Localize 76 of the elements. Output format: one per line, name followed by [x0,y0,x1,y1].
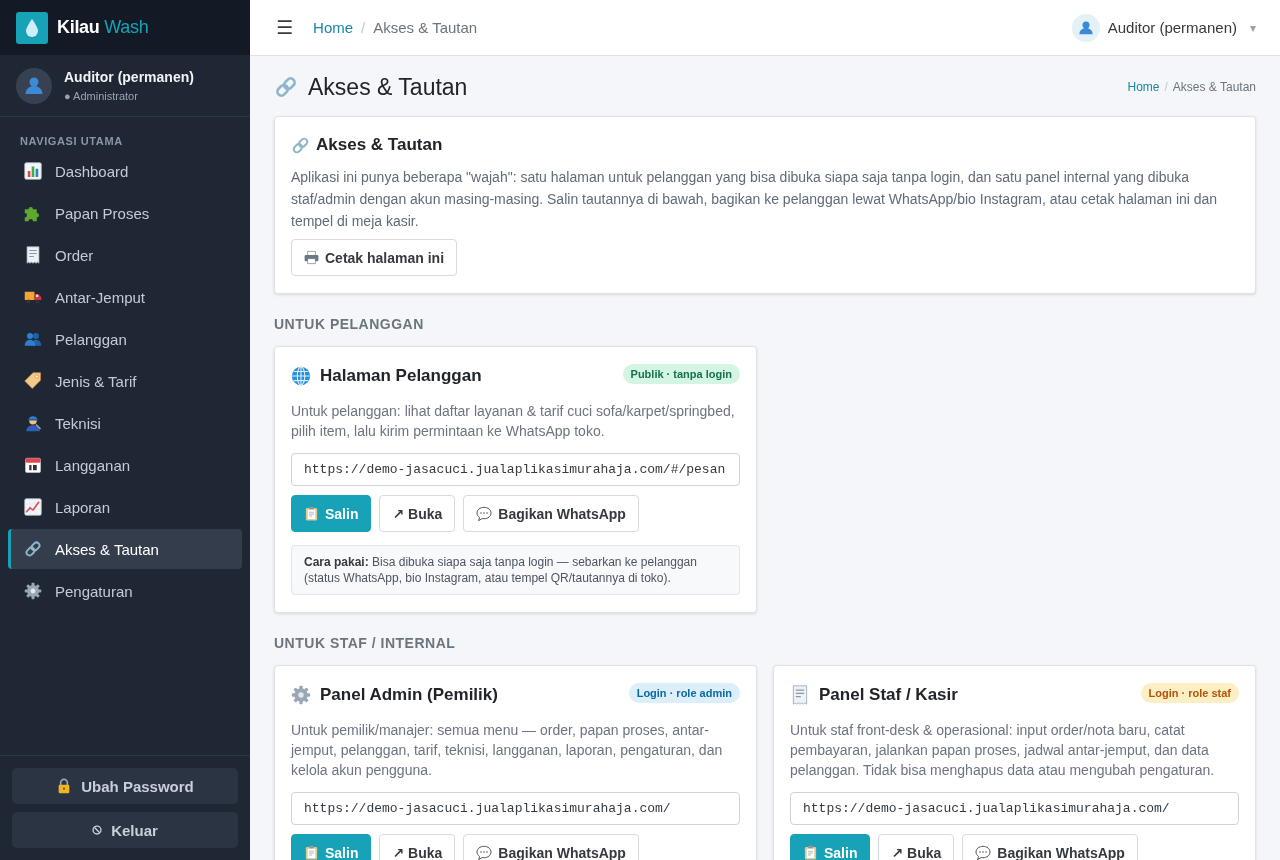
logout-button[interactable]: Keluar [12,812,238,848]
page-title: Akses & Tautan [308,73,468,101]
print-button[interactable]: Cetak halaman ini [291,239,458,276]
sidebar-item[interactable]: Teknisi [8,403,242,443]
sidebar-item[interactable]: Langganan [8,445,242,485]
link-icon [274,75,298,99]
card-title: Akses & Tautan [316,134,443,156]
sidebar-item[interactable]: Dashboard [8,151,242,191]
bar-chart-icon [24,162,42,180]
access-badge: Publik · tanpa login [622,364,740,384]
access-badge: Login · role admin [628,683,740,703]
brand-name: Kilau Wash [57,17,149,38]
share-button[interactable]: Bagikan WhatsApp [463,834,639,860]
sidebar-item[interactable]: Pelanggan [8,319,242,359]
change-password-button[interactable]: Ubah Password [12,768,238,804]
breadcrumb-current: Akses & Tautan [1172,80,1256,94]
link-icon [291,135,310,155]
worker-icon [24,414,42,432]
url-field[interactable]: https://demo-jasacuci.jualaplikasimurahaja.com/#/pesan [291,453,740,486]
prohibited-icon [92,825,103,835]
speech-bubble-icon [476,505,493,522]
card-description: Untuk pelanggan: lihat daftar layanan & tarif cuci sofa/karpet/springbed, pilih item, lalu kirim permintaan ke WhatsApp toko. [291,402,736,441]
breadcrumb-separator: / [1164,80,1168,94]
breadcrumb-link[interactable]: Home [313,19,354,36]
user-name: Auditor (permanen) [64,68,194,86]
sidebar-item[interactable]: Akses & Tautan [8,529,242,569]
breadcrumb-link[interactable]: Home [1127,80,1160,94]
link-icon [24,540,42,558]
globe-icon [291,366,311,386]
clipboard-icon [304,506,319,521]
sidebar-item[interactable]: Antar-Jemput [8,277,242,317]
usage-note: Cara pakai: Bisa dibuka siapa saja tanpa login — sebarkan ke pelanggan (status WhatsApp, bio Instagram, atau tempel QR/tautannya di toko). [291,545,740,595]
intro-text: Aplikasi ini punya beberapa "wajah": satu halaman untuk pelanggan yang bisa dibuka siapa saja tanpa login, dan satu panel internal yang dibuka staf/admin dengan akun masing-masing. Salin tautannya di bawah, bagikan ke pelanggan lewat WhatsApp/bio Instagram, atau cetak halaman ini dan tempel di meja kasir. [291,168,1219,231]
gear-icon [291,685,311,705]
line-chart-icon [24,498,42,516]
speech-bubble-icon [476,844,493,860]
access-badge: Login · role staf [1140,683,1239,703]
menu-button[interactable]: ☰ [276,18,294,37]
sidebar-item[interactable]: Laporan [8,487,242,527]
water-drop-icon [16,11,48,44]
card-title: Panel Staf / Kasir [819,684,958,706]
user-menu[interactable]: Auditor (permanen) ▾ [1071,13,1256,42]
section-heading: UNTUK STAF / INTERNAL [274,634,457,652]
card-title: Panel Admin (Pemilik) [320,684,498,706]
clipboard-icon [803,845,818,860]
share-button[interactable]: Bagikan WhatsApp [962,834,1138,860]
open-button[interactable]: ↗ Buka [379,495,456,532]
user-avatar-icon [16,67,52,104]
breadcrumb-current: Akses & Tautan [373,19,478,36]
receipt-icon [24,246,42,264]
sidebar-item[interactable]: Order [8,235,242,275]
url-field[interactable]: https://demo-jasacuci.jualaplikasimurahaja.com/ [291,792,740,825]
breadcrumb-separator: / [361,19,366,36]
calendar-icon [24,456,42,474]
sidebar-item[interactable]: Pengaturan [8,571,242,611]
card-title: Halaman Pelanggan [320,365,482,387]
receipt-icon [790,685,810,705]
puzzle-piece-icon [24,204,42,222]
open-button[interactable]: ↗ Buka [878,834,955,860]
user-avatar-icon [1071,13,1100,42]
printer-icon [304,250,319,265]
card-description: Untuk staf front-desk & operasional: input order/nota baru, catat pembayaran, jalankan papan proses, jadwal antar-jemput, dan data pelanggan. Tidak bisa menghapus data atau mengubah pengaturan. [790,721,1216,780]
open-button[interactable]: ↗ Buka [379,834,456,860]
people-icon [24,330,42,348]
sidebar-item[interactable]: Jenis & Tarif [8,361,242,401]
gear-icon [24,582,42,600]
url-field[interactable]: https://demo-jasacuci.jualaplikasimurahaja.com/ [790,792,1239,825]
card-description: Untuk pemilik/manajer: semua menu — order, papan proses, antar-jemput, pelanggan, tarif, teknisi, langganan, laporan, pengaturan, dan kelola akun pengguna. [291,721,724,780]
tag-icon [24,372,42,390]
clipboard-icon [304,845,319,860]
section-heading: UNTUK PELANGGAN [274,315,425,333]
sidebar-item[interactable]: Papan Proses [8,193,242,233]
share-button[interactable]: Bagikan WhatsApp [463,495,639,532]
nav-section-title: NAVIGASI UTAMA [19,134,124,149]
user-role: ● Administrator [64,89,139,103]
speech-bubble-icon [975,844,992,860]
